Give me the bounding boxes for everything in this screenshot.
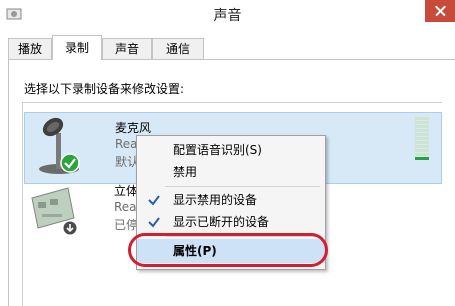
menu-item-label: 显示已断开的设备 — [173, 215, 270, 229]
disabled-icon — [62, 220, 78, 236]
annotation-highlight — [128, 233, 328, 267]
default-check-icon — [60, 153, 80, 173]
device-name: 麦克风 — [115, 121, 152, 135]
menu-item-disable[interactable]: 禁用 — [137, 160, 325, 184]
menu-item-label: 显示禁用的设备 — [173, 193, 258, 207]
menu-item-configure-speech[interactable]: 配置语音识别(S) — [137, 138, 325, 162]
window-title: 声音 — [213, 8, 242, 24]
instruction-text: 选择以下录制设备来修改设置: — [24, 82, 185, 96]
menu-item-show-disconnected[interactable]: 显示已断开的设备 — [137, 210, 325, 234]
close-button[interactable] — [425, 0, 455, 22]
level-meter — [415, 117, 429, 165]
checkmark-icon — [148, 195, 160, 206]
tab-communications[interactable]: 通信 — [152, 38, 204, 59]
menu-separator — [165, 186, 320, 187]
tab-sounds[interactable]: 声音 — [102, 38, 152, 59]
checkmark-icon — [148, 217, 160, 228]
title-bar: 声音 — [0, 0, 455, 30]
menu-item-show-disabled[interactable]: 显示禁用的设备 — [137, 188, 325, 212]
tab-recording[interactable]: 录制 — [52, 35, 102, 60]
tab-playback[interactable]: 播放 — [8, 38, 52, 59]
